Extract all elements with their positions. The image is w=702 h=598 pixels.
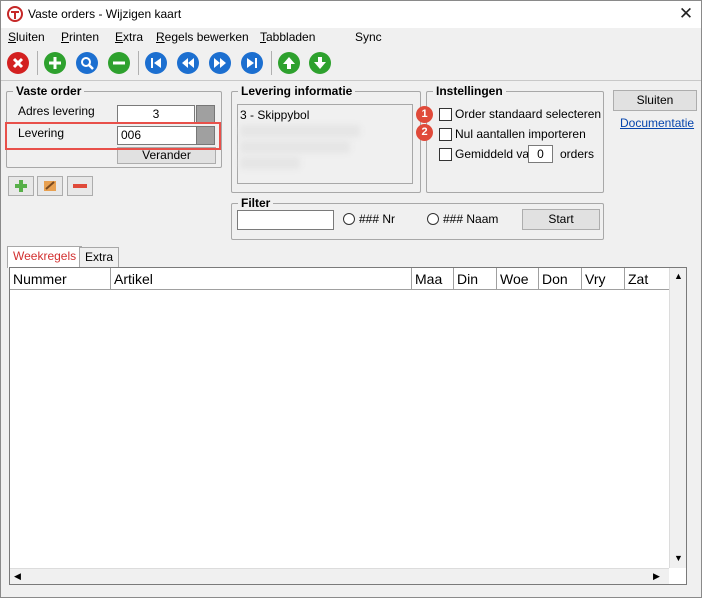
adres-levering-label: Adres levering <box>18 104 95 118</box>
filter-input[interactable] <box>237 210 334 230</box>
edit-icon <box>44 181 56 191</box>
annotation-badge-2: 2 <box>416 124 433 141</box>
menu-tabbladen-label: abbladen <box>266 30 316 44</box>
menu-bar: Sluiten Printen Extra Regels bewerken Ta… <box>1 28 701 46</box>
toolbar-separator <box>271 51 272 75</box>
edit-row-button[interactable] <box>37 176 63 196</box>
column-header-don[interactable]: Don <box>539 268 582 290</box>
menu-extra[interactable]: Extra <box>115 30 143 44</box>
nul-aantallen-checkbox[interactable] <box>439 128 452 141</box>
sluiten-button[interactable]: Sluiten <box>613 90 697 111</box>
move-up-icon[interactable] <box>277 51 301 75</box>
vaste-order-title: Vaste order <box>13 84 85 98</box>
move-down-icon[interactable] <box>308 51 332 75</box>
menu-sluiten-label: luiten <box>16 30 45 44</box>
levering-highlight <box>5 122 221 150</box>
next-icon[interactable] <box>208 51 232 75</box>
filter-nr-radio[interactable] <box>343 213 355 225</box>
column-header-woe[interactable]: Woe <box>497 268 539 290</box>
window-close-button[interactable]: ✕ <box>673 3 699 25</box>
menu-regels-accel: R <box>156 30 165 44</box>
gemiddeld-orders-field[interactable]: 0 <box>528 145 553 163</box>
toolbar-divider <box>1 80 701 81</box>
blurred-address-line <box>240 141 350 153</box>
filter-naam-radio[interactable] <box>427 213 439 225</box>
window-title: Vaste orders - Wijzigen kaart <box>28 7 182 21</box>
menu-extra-label: xtra <box>123 30 144 44</box>
filter-title: Filter <box>238 196 274 210</box>
blurred-address-line <box>240 157 300 169</box>
column-header-din[interactable]: Din <box>454 268 497 290</box>
menu-printen[interactable]: Printen <box>61 30 99 44</box>
menu-sync[interactable]: Sync <box>355 30 382 44</box>
gemiddeld-checkbox[interactable] <box>439 148 452 161</box>
first-icon[interactable] <box>144 51 168 75</box>
levering-informatie-group: Levering informatie 3 - Skippybol <box>231 84 421 193</box>
remove-green-icon[interactable] <box>107 51 131 75</box>
toolbar-separator <box>138 51 139 75</box>
menu-extra-accel: E <box>115 30 124 44</box>
annotation-badge-1: 1 <box>416 106 433 123</box>
column-header-maa[interactable]: Maa <box>412 268 454 290</box>
app-window: Vaste orders - Wijzigen kaart ✕ Sluiten … <box>0 0 702 598</box>
nul-aantallen-label: Nul aantallen importeren <box>455 127 586 141</box>
order-standaard-checkbox[interactable] <box>439 108 452 121</box>
add-row-button[interactable] <box>8 176 34 196</box>
app-logo-icon <box>7 6 23 22</box>
blurred-address-line <box>240 125 360 137</box>
column-header-vry[interactable]: Vry <box>582 268 625 290</box>
search-blue-icon[interactable] <box>75 51 99 75</box>
menu-regels-bewerken[interactable]: Regels bewerken <box>156 30 249 44</box>
menu-tabbladen[interactable]: Tabbladen <box>260 30 315 44</box>
column-header-artikel[interactable]: Artikel <box>111 268 412 290</box>
filter-nr-label: ### Nr <box>359 212 396 226</box>
menu-sluiten-accel: S <box>8 30 17 44</box>
tab-extra[interactable]: Extra <box>79 247 120 267</box>
levering-info-line1: 3 - Skippybol <box>240 108 310 122</box>
title-bar: Vaste orders - Wijzigen kaart ✕ <box>1 1 701 28</box>
scroll-down-arrow-icon[interactable]: ▼ <box>674 553 683 563</box>
scroll-up-arrow-icon[interactable]: ▲ <box>674 271 683 281</box>
weekregels-grid[interactable]: Nummer Artikel Maa Din Woe Don Vry Zat ▲… <box>9 267 687 585</box>
menu-sluiten[interactable]: Sluiten <box>8 30 45 44</box>
levering-informatie-title: Levering informatie <box>238 84 356 98</box>
gemiddeld-label: Gemiddeld van <box>455 147 536 161</box>
column-header-nummer[interactable]: Nummer <box>10 268 111 290</box>
grid-header: Nummer Artikel Maa Din Woe Don Vry Zat <box>10 268 670 290</box>
plus-icon <box>15 180 27 192</box>
minus-icon <box>73 184 87 188</box>
instellingen-group: Instellingen Order standaard selecteren … <box>426 84 604 193</box>
filter-group: Filter ### Nr ### Naam Start <box>231 196 604 240</box>
filter-naam-label: ### Naam <box>443 212 499 226</box>
menu-printen-accel: P <box>61 30 70 44</box>
instellingen-title: Instellingen <box>433 84 506 98</box>
close-red-icon[interactable] <box>6 51 30 75</box>
tab-weekregels[interactable]: Weekregels <box>7 246 83 268</box>
menu-printen-label: rinten <box>69 30 100 44</box>
last-icon[interactable] <box>240 51 264 75</box>
start-button[interactable]: Start <box>522 209 600 230</box>
vertical-scrollbar[interactable]: ▲ ▼ <box>669 268 686 568</box>
add-green-icon[interactable] <box>43 51 67 75</box>
scroll-right-arrow-icon[interactable]: ▶ <box>653 571 660 582</box>
levering-info-box: 3 - Skippybol <box>237 104 413 184</box>
scroll-left-arrow-icon[interactable]: ◀ <box>14 571 21 582</box>
delete-row-button[interactable] <box>67 176 93 196</box>
documentatie-link[interactable]: Documentatie <box>620 116 694 130</box>
toolbar <box>1 47 701 79</box>
toolbar-separator <box>37 51 38 75</box>
menu-regels-label: egels bewerken <box>164 30 249 44</box>
order-standaard-label: Order standaard selecteren <box>455 107 602 121</box>
column-header-zat[interactable]: Zat <box>625 268 670 290</box>
previous-icon[interactable] <box>176 51 200 75</box>
horizontal-scrollbar[interactable]: ◀ ▶ <box>10 568 669 584</box>
orders-suffix-label: orders <box>560 147 595 161</box>
